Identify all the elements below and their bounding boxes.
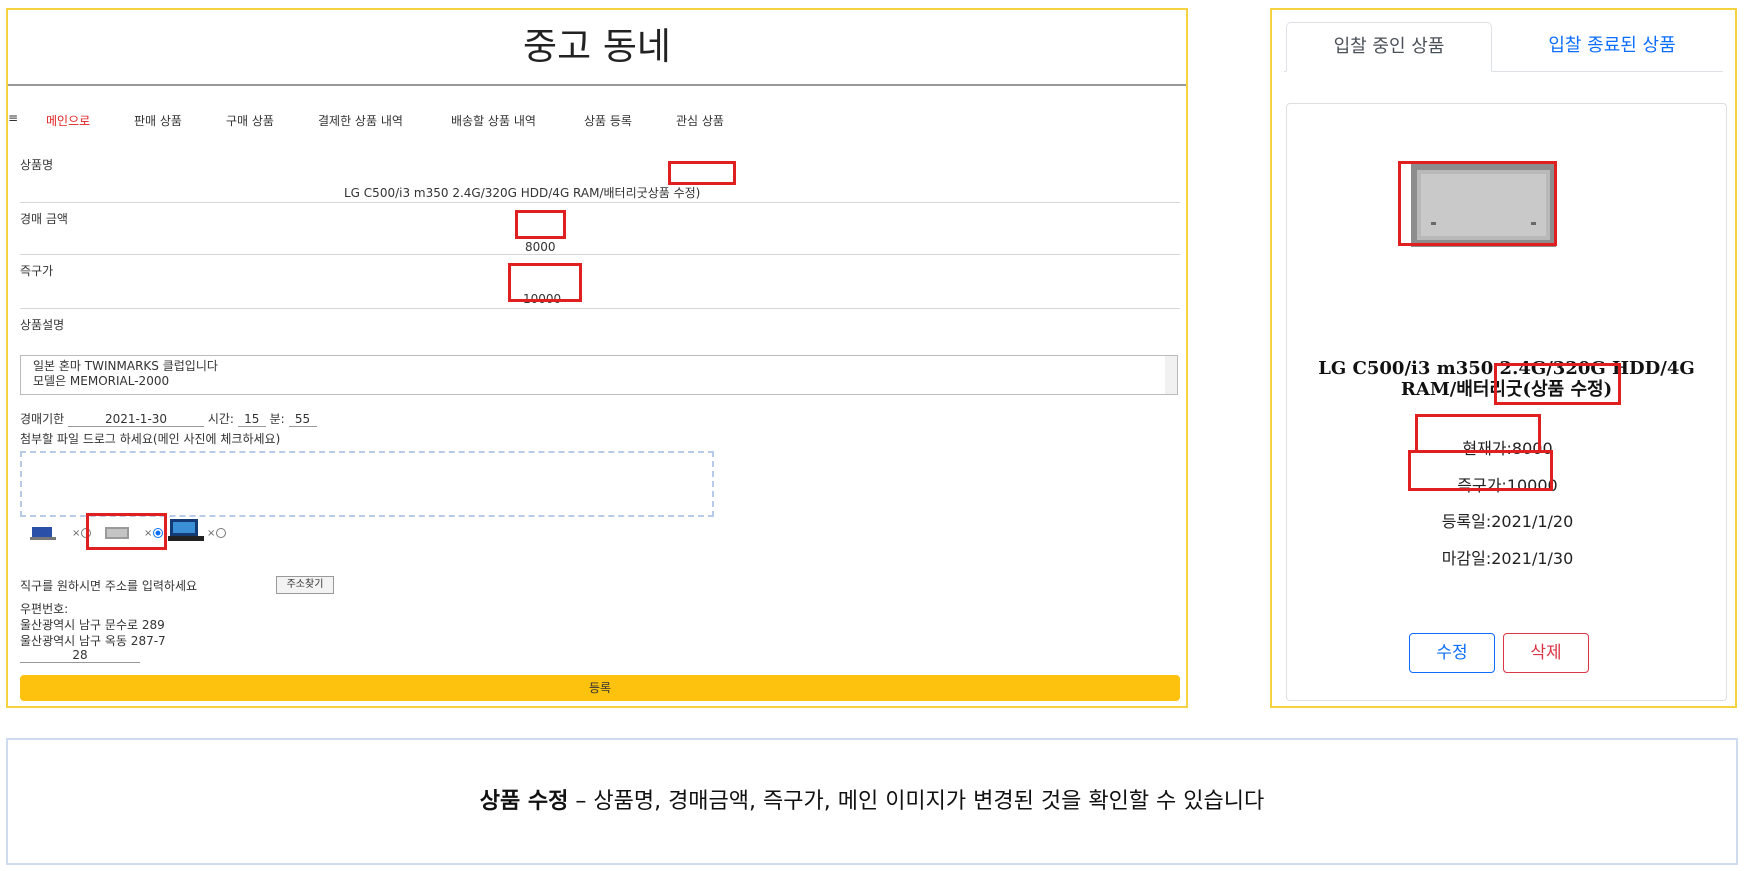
highlight-main-image — [86, 513, 167, 550]
caption-title: 상품 수정 — [479, 789, 569, 814]
nav-item-watchlist[interactable]: 관심 상품 — [676, 112, 724, 129]
highlight-current-price — [1415, 414, 1541, 453]
product-card[interactable]: LG C500/i3 m350 2.4G/320G HDD/4G RAM/배터리… — [1286, 103, 1727, 701]
product-preview-panel: 입찰 중인 상품 입찰 종료된 상품 LG C500/i3 m350 2.4G/… — [1270, 8, 1737, 708]
title-divider — [8, 84, 1186, 86]
tab-bidding-ended[interactable]: 입찰 종료된 상품 — [1512, 22, 1712, 72]
menu-icon[interactable]: ≡ — [8, 111, 18, 125]
remove-thumbnail-3[interactable]: × — [207, 528, 215, 539]
deadline-label: 경매기한 — [20, 412, 65, 426]
minute-label: 분: — [269, 412, 285, 426]
file-dropzone[interactable] — [20, 451, 714, 517]
nav-item-paid-history[interactable]: 결제한 상품 내역 — [318, 112, 403, 129]
nav-item-register-product[interactable]: 상품 등록 — [584, 112, 632, 129]
nav-item-selling[interactable]: 판매 상품 — [134, 112, 182, 129]
address-road: 울산광역시 남구 문수로 289 — [20, 618, 165, 632]
price-label: 경매 금액 — [20, 212, 68, 226]
minute-input[interactable]: 55 — [288, 412, 317, 427]
hour-input[interactable]: 15 — [237, 412, 266, 427]
address-detail-input[interactable]: 28 — [20, 648, 140, 663]
price-underline — [20, 254, 1180, 255]
find-address-button[interactable]: 주소찾기 — [276, 576, 334, 594]
direct-purchase-label: 직구를 원하시면 주소를 입력하세요 — [20, 579, 198, 593]
caption-box: 상품 수정 – 상품명, 경매금액, 즉구가, 메인 이미지가 변경된 것을 확… — [6, 738, 1738, 865]
tab-bidding[interactable]: 입찰 중인 상품 — [1286, 22, 1492, 72]
thumbnail-laptop-1[interactable] — [30, 524, 56, 542]
description-textarea[interactable]: 일본 혼마 TWINMARKS 클럽입니다 모델은 MEMORIAL-2000 — [20, 355, 1178, 395]
attach-label: 첨부할 파일 드로그 하세요(메인 사진에 체크하세요) — [20, 432, 281, 446]
deadline-date-input[interactable]: 2021-1-30 — [68, 412, 204, 427]
zipcode-label: 우편번호: — [20, 602, 69, 616]
description-line: 모델은 MEMORIAL-2000 — [33, 374, 170, 388]
site-title: 중고 동네 — [523, 25, 671, 68]
deadline-date: 마감일:2021/1/30 — [1441, 549, 1574, 568]
price-input[interactable]: 8000 — [525, 240, 556, 254]
description-line: 일본 혼마 TWINMARKS 클럽입니다 — [33, 359, 218, 373]
product-name-edit-suffix: 상품 수정) — [647, 186, 701, 200]
description-scrollbar[interactable] — [1165, 356, 1177, 394]
register-button[interactable]: 등록 — [20, 675, 1180, 701]
edit-product-panel: 중고 동네 ≡ 메인으로 판매 상품 구매 상품 결제한 상품 내역 배송할 상… — [6, 8, 1188, 708]
highlight-title — [1494, 363, 1621, 405]
address-jibun: 울산광역시 남구 옥동 287-7 — [20, 634, 166, 648]
highlight-price — [515, 210, 566, 239]
caption-text: – 상품명, 경매금액, 즉구가, 메인 이미지가 변경된 것을 확인할 수 있… — [568, 789, 1265, 814]
product-name-value: LG C500/i3 m350 2.4G/320G HDD/4G RAM/배터리… — [344, 186, 648, 200]
delete-button[interactable]: 삭제 — [1503, 633, 1589, 673]
highlight-buynow-price — [1408, 450, 1553, 491]
product-name-input[interactable]: LG C500/i3 m350 2.4G/320G HDD/4G RAM/배터리… — [344, 184, 700, 201]
remove-thumbnail-1[interactable]: × — [72, 528, 80, 539]
nav-item-shipping-history[interactable]: 배송할 상품 내역 — [451, 112, 536, 129]
description-label: 상품설명 — [20, 318, 65, 332]
thumbnail-laptop-3[interactable] — [168, 518, 204, 542]
buynow-label: 즉구가 — [20, 264, 54, 278]
hour-label: 시간: — [207, 412, 234, 426]
main-image-radio-3[interactable] — [216, 528, 226, 538]
registered-date: 등록일:2021/1/20 — [1441, 512, 1574, 531]
nav-item-main[interactable]: 메인으로 — [46, 112, 90, 129]
name-underline — [20, 202, 1180, 203]
product-name-label: 상품명 — [20, 158, 54, 172]
deadline-row: 경매기한 2021-1-30 시간: 15 분: 55 — [20, 410, 317, 427]
highlight-name — [668, 161, 736, 185]
edit-button[interactable]: 수정 — [1409, 633, 1495, 673]
highlight-image — [1398, 161, 1557, 246]
nav-item-buying[interactable]: 구매 상품 — [226, 112, 274, 129]
highlight-buynow — [508, 263, 582, 302]
buynow-underline — [20, 308, 1180, 309]
